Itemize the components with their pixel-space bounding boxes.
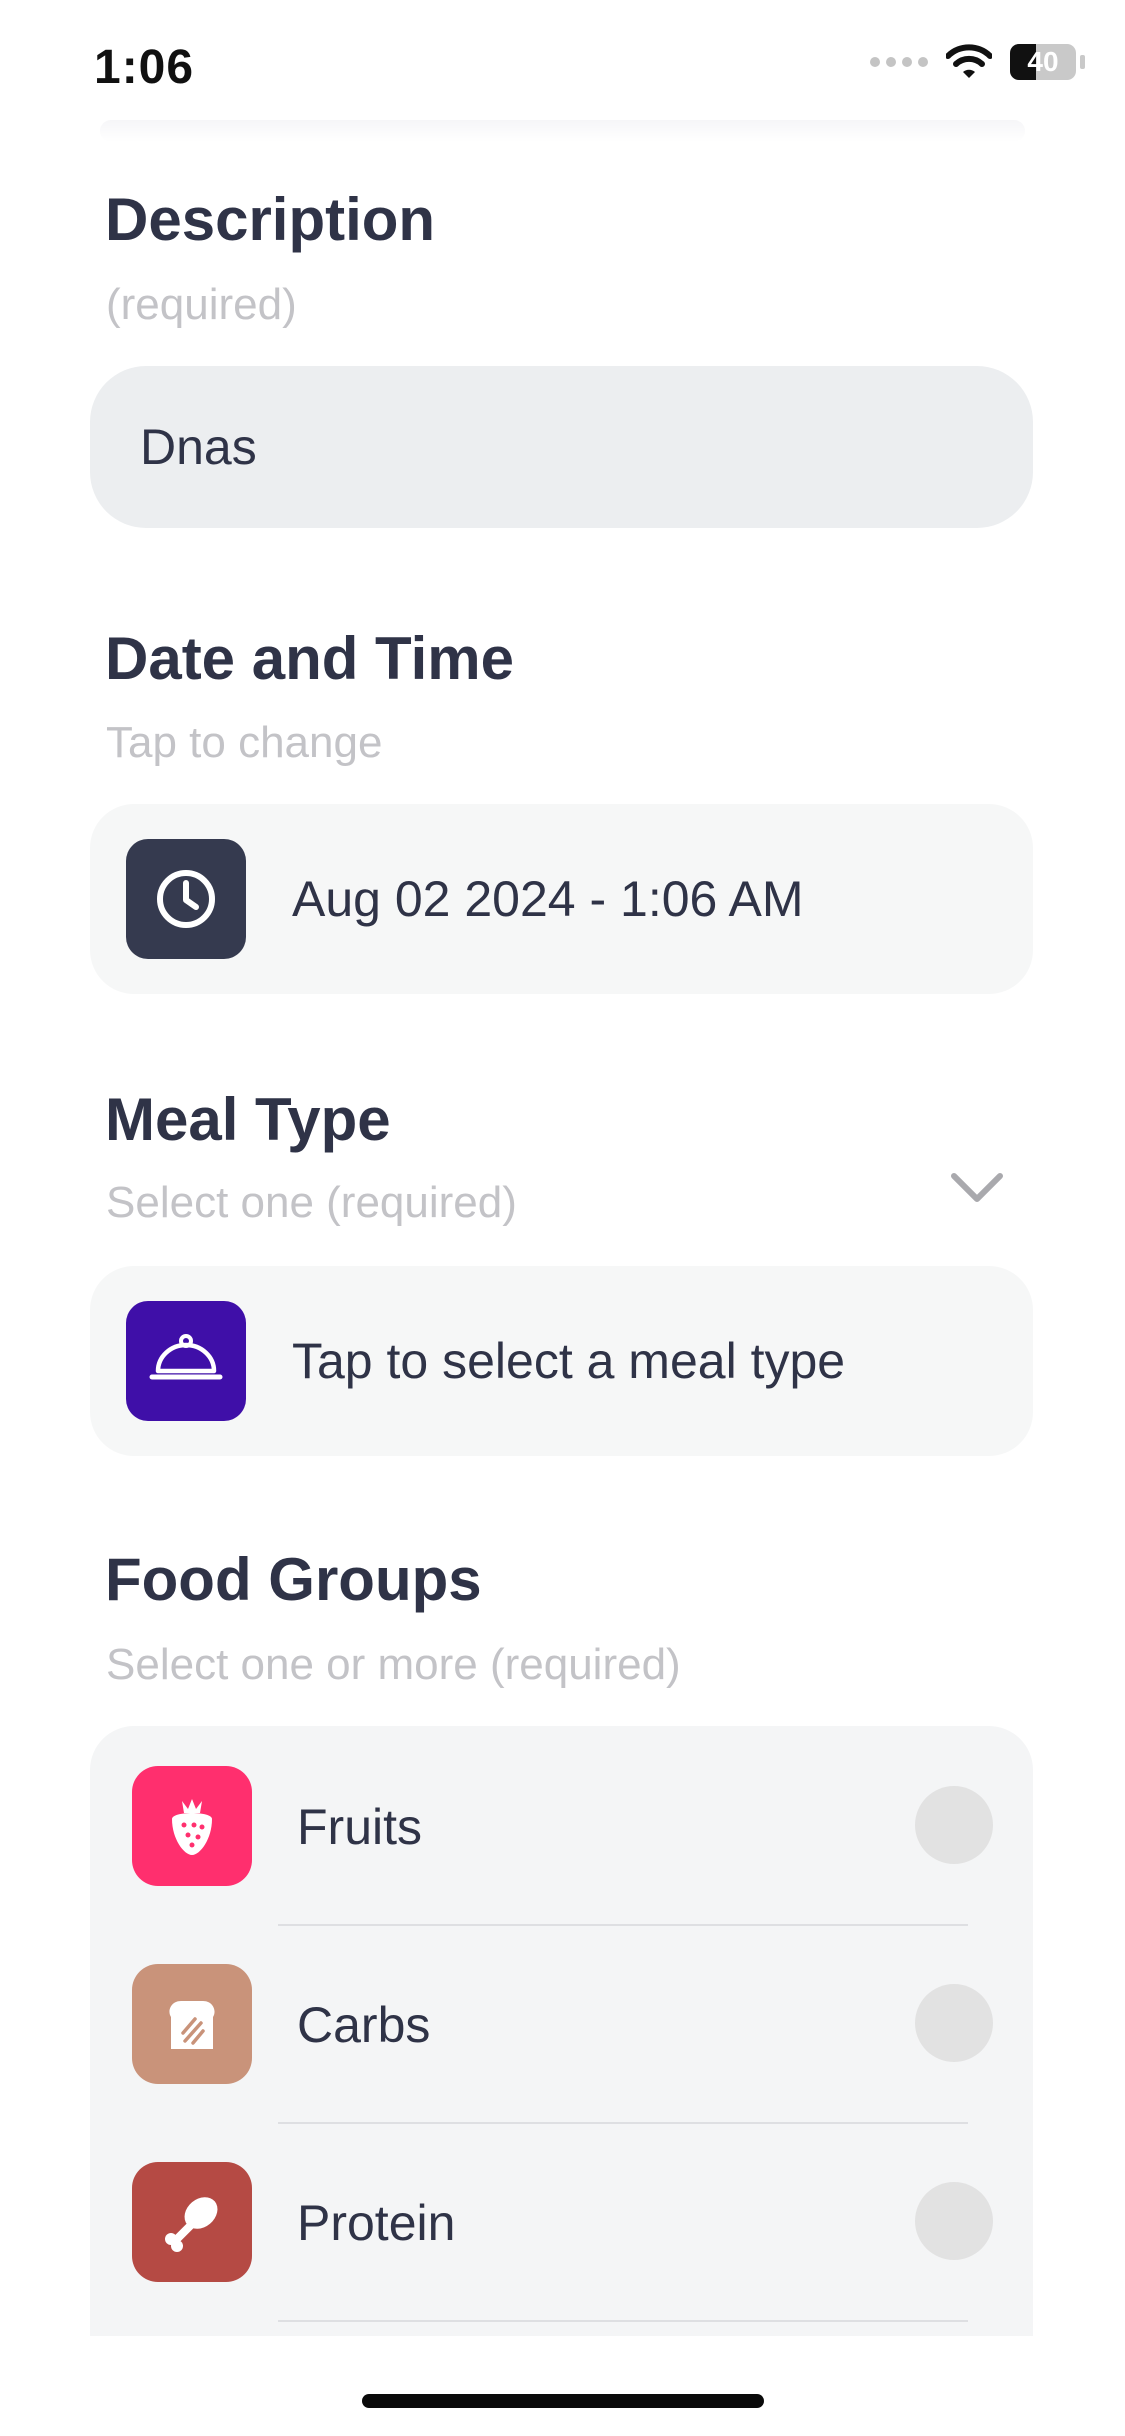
status-time: 1:06 bbox=[94, 41, 195, 94]
food-group-checkbox-protein[interactable] bbox=[915, 2182, 993, 2260]
header-shadow bbox=[100, 120, 1025, 142]
meal-type-subtitle: Select one (required) bbox=[106, 1178, 517, 1227]
bread-icon bbox=[132, 1964, 252, 2084]
status-bar: 1:06 40 bbox=[0, 0, 1125, 130]
food-groups-subtitle: Select one or more (required) bbox=[106, 1640, 681, 1689]
food-groups-list: Fruits Carbs Protein bbox=[90, 1726, 1033, 2336]
food-group-label: Protein bbox=[297, 2195, 456, 2251]
battery-percentage: 40 bbox=[1027, 46, 1059, 77]
food-group-checkbox-carbs[interactable] bbox=[915, 1984, 993, 2062]
description-input[interactable]: Dnas bbox=[90, 366, 1033, 528]
strawberry-icon bbox=[132, 1766, 252, 1886]
home-indicator bbox=[362, 2394, 764, 2408]
description-value: Dnas bbox=[140, 419, 257, 475]
cellular-signal-icon bbox=[870, 57, 928, 67]
clock-icon bbox=[126, 839, 246, 959]
drumstick-icon bbox=[132, 2162, 252, 2282]
meal-type-select-button[interactable]: Tap to select a meal type bbox=[90, 1266, 1033, 1456]
date-time-subtitle: Tap to change bbox=[106, 718, 383, 767]
cloche-icon bbox=[126, 1301, 246, 1421]
chevron-down-icon[interactable] bbox=[948, 1168, 1006, 1208]
food-group-label: Carbs bbox=[297, 1997, 431, 2053]
food-group-row-protein[interactable]: Protein bbox=[90, 2122, 1033, 2320]
battery-icon: 40 bbox=[1010, 44, 1076, 80]
food-group-checkbox-fruits[interactable] bbox=[915, 1786, 993, 1864]
food-groups-title: Food Groups bbox=[105, 1546, 482, 1613]
meal-type-placeholder: Tap to select a meal type bbox=[292, 1333, 846, 1389]
meal-type-title: Meal Type bbox=[105, 1086, 391, 1153]
description-title: Description bbox=[105, 186, 436, 253]
status-indicators: 40 bbox=[870, 44, 1085, 80]
food-group-row-carbs[interactable]: Carbs bbox=[90, 1924, 1033, 2122]
date-time-title: Date and Time bbox=[105, 625, 515, 692]
row-divider bbox=[278, 2320, 968, 2322]
wifi-icon bbox=[946, 44, 992, 78]
battery-tip bbox=[1080, 55, 1085, 69]
food-group-label: Fruits bbox=[297, 1799, 422, 1855]
food-group-row-fruits[interactable]: Fruits bbox=[90, 1726, 1033, 1924]
date-time-value: Aug 02 2024 - 1:06 AM bbox=[292, 871, 804, 927]
description-subtitle: (required) bbox=[106, 280, 297, 329]
date-time-picker-button[interactable]: Aug 02 2024 - 1:06 AM bbox=[90, 804, 1033, 994]
